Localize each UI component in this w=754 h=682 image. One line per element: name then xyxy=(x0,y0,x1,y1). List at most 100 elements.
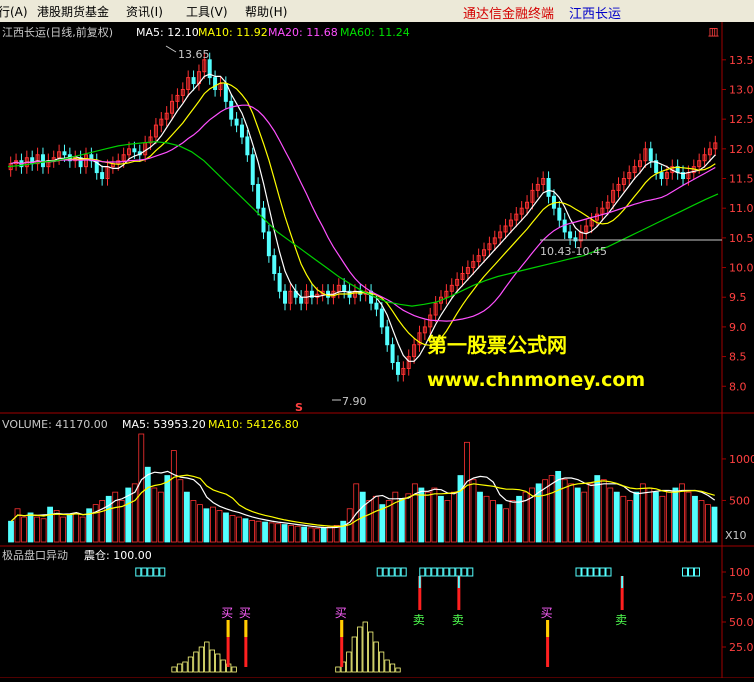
indicator-bar xyxy=(215,653,221,673)
volume-bar xyxy=(288,524,295,543)
main-ytick-label: 9.0 xyxy=(729,321,747,334)
watermark-url: www.chnmoney.com xyxy=(427,369,645,391)
volume-bar xyxy=(587,483,594,543)
volume-unit: X10 xyxy=(725,529,747,542)
volume-bar xyxy=(431,487,438,543)
indicator-bar xyxy=(373,641,379,673)
menu-bar: 行(A) 港股期货基金 资讯(I) 工具(V) 帮助(H) 通达信金融终端 江西… xyxy=(0,0,754,23)
signal-box xyxy=(437,567,444,577)
candle-body xyxy=(229,100,234,120)
volume-bar xyxy=(268,522,275,543)
menu-item-info[interactable]: 资讯(I) xyxy=(126,3,163,20)
indicator-bar xyxy=(357,626,363,673)
main-ytick-label: 10.5 xyxy=(729,232,754,245)
signal-box xyxy=(382,567,389,577)
volume-bar xyxy=(223,512,229,543)
watermark-title: 第一股票公式网 xyxy=(427,333,567,357)
volume-bar xyxy=(652,491,659,543)
volume-bar xyxy=(8,520,14,543)
indicator-bar xyxy=(389,663,396,673)
volume-bar xyxy=(503,508,509,543)
volume-bar xyxy=(424,491,431,543)
candle-body xyxy=(272,255,277,274)
volume-bar xyxy=(307,527,314,543)
volume-bar xyxy=(203,508,210,543)
volume-bar xyxy=(705,504,711,543)
candle-body xyxy=(390,344,395,364)
volume-bar xyxy=(294,525,301,543)
indicator-bar xyxy=(204,641,210,673)
volume-bar xyxy=(379,504,386,543)
volume-header-ma5: MA5: 53953.20 xyxy=(122,418,206,431)
corner-badge-icon[interactable]: 皿 xyxy=(708,26,719,39)
signal-box xyxy=(141,567,148,577)
menu-item-tools[interactable]: 工具(V) xyxy=(186,3,228,20)
volume-bar xyxy=(314,528,321,543)
volume-bar xyxy=(14,508,21,543)
signal-box xyxy=(461,567,468,577)
menu-item-0[interactable]: 行(A) xyxy=(0,3,28,20)
ma5-line xyxy=(10,73,716,362)
range-label: 10.43-10.45 xyxy=(540,245,607,258)
signal-box xyxy=(694,567,700,577)
volume-bars xyxy=(8,433,718,543)
volume-bar xyxy=(236,516,242,543)
volume-header: VOLUME: 41170.00 xyxy=(2,418,108,431)
signal-marker: S xyxy=(295,401,303,414)
signal-box xyxy=(443,567,450,577)
volume-bar xyxy=(405,493,412,543)
chart-area[interactable]: 江西长运(日线,前复权) MA5: 12.10 MA10: 11.92 MA20… xyxy=(0,22,754,679)
candle-body xyxy=(568,231,573,239)
volume-bar xyxy=(60,516,67,543)
volume-bar xyxy=(210,506,216,543)
volume-bar xyxy=(53,510,60,543)
indicator-ytick-label: 25.0 xyxy=(729,641,754,654)
indicator-signals: 买买买买卖卖卖 xyxy=(135,567,700,667)
candle-body xyxy=(266,231,271,257)
volume-bar xyxy=(659,495,666,543)
volume-bar xyxy=(581,491,588,543)
main-header-ma10: MA10: 11.92 xyxy=(198,26,268,39)
volume-bar xyxy=(242,518,249,543)
menu-item-hk-futures-funds[interactable]: 港股期货基金 xyxy=(37,3,109,20)
volume-bar xyxy=(613,491,620,543)
volume-bar xyxy=(255,520,262,543)
volume-bar xyxy=(568,483,575,543)
signal-box xyxy=(159,567,166,577)
volume-bar xyxy=(92,504,99,543)
volume-bar xyxy=(620,495,627,543)
signal-box xyxy=(581,567,588,577)
signal-box xyxy=(135,567,142,577)
candle-body xyxy=(546,178,551,197)
menu-item-help[interactable]: 帮助(H) xyxy=(245,3,287,20)
signal-box xyxy=(147,567,154,577)
brand-title: 通达信金融终端 xyxy=(463,7,555,22)
volume-bar xyxy=(66,515,73,543)
indicator-bar xyxy=(384,659,390,673)
candle-body xyxy=(283,290,288,304)
candle-body xyxy=(213,77,218,90)
volume-bar xyxy=(438,495,444,543)
indicator-name: 极品盘口异动 xyxy=(2,548,68,562)
volume-bar xyxy=(301,526,308,543)
signal-box xyxy=(388,567,395,577)
candle-body xyxy=(62,151,67,156)
indicator-bar xyxy=(209,649,215,673)
volume-bar xyxy=(47,506,53,543)
volume-bar xyxy=(679,483,685,543)
volume-bar xyxy=(561,479,568,543)
buy-signal-label: 买 xyxy=(541,606,553,620)
volume-bar xyxy=(646,487,653,543)
indicator-bar xyxy=(176,663,183,673)
indicator-bar xyxy=(351,636,357,673)
indicator-bar xyxy=(378,651,385,673)
volume-bar xyxy=(144,466,151,543)
main-ytick-label: 9.5 xyxy=(729,291,747,304)
candle-body xyxy=(648,148,653,162)
sell-signal-label: 卖 xyxy=(615,613,627,627)
volume-bar xyxy=(490,500,496,543)
high-price-label: 13.65 xyxy=(178,48,210,61)
volume-bar xyxy=(398,498,405,543)
signal-box xyxy=(153,567,160,577)
volume-bar xyxy=(164,475,171,543)
